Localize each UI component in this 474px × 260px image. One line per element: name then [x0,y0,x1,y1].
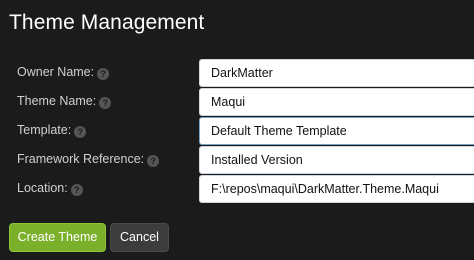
help-icon[interactable]: ? [99,97,112,109]
theme-name-label: Theme Name:? [17,93,112,109]
create-theme-button[interactable]: Create Theme [9,223,106,252]
page-title: Theme Management [9,11,205,34]
help-icon[interactable]: ? [70,184,83,196]
theme-name-input[interactable] [199,88,474,116]
location-input[interactable] [199,175,474,203]
help-icon[interactable]: ? [147,155,160,167]
framework-reference-label: Framework Reference:? [17,151,160,167]
template-select[interactable] [199,117,474,145]
location-label-text: Location: [17,181,68,195]
owner-name-label: Owner Name:? [17,64,110,80]
framework-reference-label-text: Framework Reference: [17,152,145,166]
help-icon[interactable]: ? [97,68,110,80]
owner-name-label-text: Owner Name: [17,65,95,79]
location-label: Location:? [17,180,83,196]
help-icon[interactable]: ? [74,126,87,138]
theme-name-label-text: Theme Name: [17,94,97,108]
owner-name-input[interactable] [199,59,474,87]
template-label-text: Template: [17,123,72,137]
cancel-button[interactable]: Cancel [110,223,169,252]
framework-reference-select[interactable] [199,146,474,174]
template-label: Template:? [17,122,87,138]
